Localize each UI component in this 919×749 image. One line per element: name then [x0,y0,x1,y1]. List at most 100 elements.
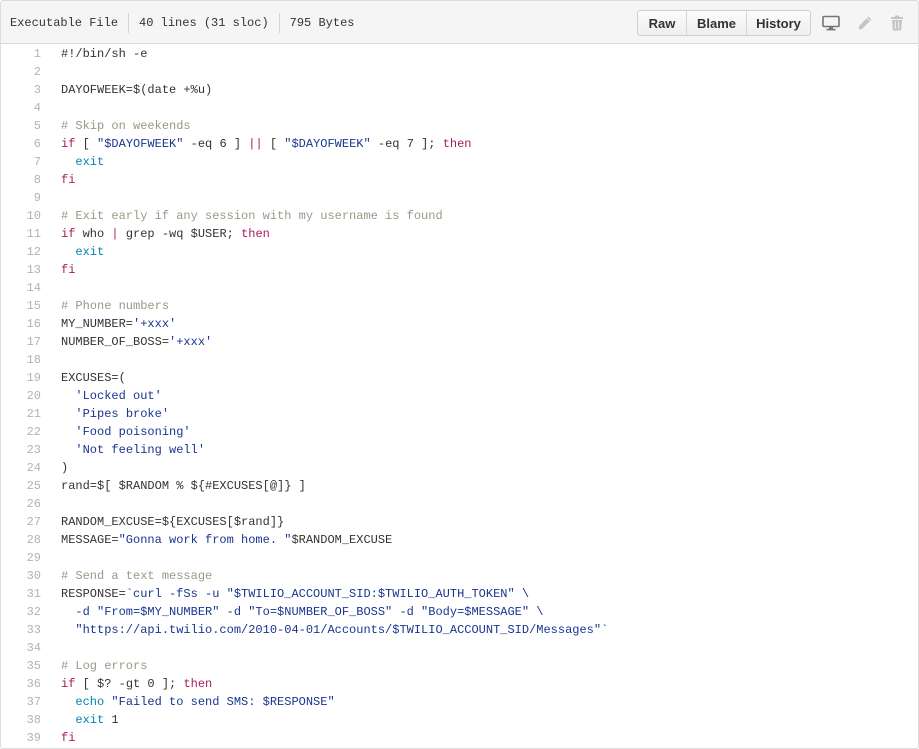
line-number[interactable]: 24 [1,459,41,477]
line-number[interactable]: 23 [1,441,41,459]
line-number[interactable]: 35 [1,657,41,675]
gutter-gap [41,639,61,657]
pencil-icon[interactable] [855,13,875,33]
file-header: Executable File 40 lines (31 sloc) 795 B… [1,1,918,44]
line-number[interactable]: 10 [1,207,41,225]
line-number[interactable]: 5 [1,117,41,135]
line-number[interactable]: 19 [1,369,41,387]
line-number[interactable]: 12 [1,243,41,261]
line-number[interactable]: 13 [1,261,41,279]
line-number[interactable]: 9 [1,189,41,207]
code-line: 23 'Not feeling well' [1,441,918,459]
code-line: 35 # Log errors [1,657,918,675]
line-number[interactable]: 38 [1,711,41,729]
line-number[interactable]: 3 [1,81,41,99]
code-line: 16 MY_NUMBER='+xxx' [1,315,918,333]
line-code: MESSAGE="Gonna work from home. "$RANDOM_… [61,531,392,549]
gutter-gap [41,711,61,729]
code-line: 38 exit 1 [1,711,918,729]
line-number[interactable]: 28 [1,531,41,549]
gutter-gap [41,243,61,261]
line-number[interactable]: 21 [1,405,41,423]
code-token: grep -wq [118,227,191,241]
code-line: 2 [1,63,918,81]
blame-button[interactable]: Blame [686,11,746,35]
line-number[interactable]: 4 [1,99,41,117]
line-code: 'Not feeling well' [61,441,205,459]
file-viewer: Executable File 40 lines (31 sloc) 795 B… [0,0,919,749]
line-number[interactable]: 16 [1,315,41,333]
line-code: MY_NUMBER='+xxx' [61,315,176,333]
code-line: 10 # Exit early if any session with my us… [1,207,918,225]
line-number[interactable]: 7 [1,153,41,171]
line-number[interactable]: 11 [1,225,41,243]
code-token: # Log errors [61,659,148,673]
line-number[interactable]: 30 [1,567,41,585]
line-number[interactable]: 34 [1,639,41,657]
code-token: 1 [104,713,119,727]
line-number[interactable]: 14 [1,279,41,297]
code-token: MY_NUMBER= [61,317,134,331]
code-line: 4 [1,99,918,117]
line-code: #!/bin/sh -e [61,45,147,63]
gutter-gap [41,369,61,387]
gutter-gap [41,189,61,207]
line-number[interactable]: 18 [1,351,41,369]
line-code: EXCUSES=( [61,369,126,387]
line-number[interactable]: 31 [1,585,41,603]
line-number[interactable]: 6 [1,135,41,153]
code-token: [ [262,137,285,151]
line-number[interactable]: 2 [1,63,41,81]
line-number[interactable]: 33 [1,621,41,639]
line-number[interactable]: 26 [1,495,41,513]
code-line: 22 'Food poisoning' [1,423,918,441]
line-number[interactable]: 15 [1,297,41,315]
code-token: $RANDOM_EXCUSE [291,533,393,547]
line-number[interactable]: 25 [1,477,41,495]
line-code: # Send a text message [61,567,212,585]
raw-button[interactable]: Raw [638,11,686,35]
code-line: 13 fi [1,261,918,279]
line-number[interactable]: 39 [1,729,41,747]
code-line: 9 [1,189,918,207]
line-number[interactable]: 27 [1,513,41,531]
line-number[interactable]: 37 [1,693,41,711]
gutter-gap [41,405,61,423]
line-number[interactable]: 22 [1,423,41,441]
gutter-gap [41,297,61,315]
line-code: # Exit early if any session with my user… [61,207,443,225]
line-code: RESPONSE=`curl -fSs -u "$TWILIO_ACCOUNT_… [61,585,529,603]
line-number[interactable]: 29 [1,549,41,567]
code-line: 7 exit [1,153,918,171]
line-code: exit [61,243,104,261]
code-token: "Failed to send SMS: $RESPONSE" [111,695,335,709]
code-token: 'Not feeling well' [75,443,206,457]
file-line-count: 40 lines (31 sloc) [139,15,269,30]
line-number[interactable]: 32 [1,603,41,621]
code-token: -d "From=$MY_NUMBER" -d "To=$NUMBER_OF_B… [61,605,544,619]
line-number[interactable]: 17 [1,333,41,351]
trash-icon[interactable] [887,13,907,33]
line-code: DAYOFWEEK=$(date +%u) [61,81,212,99]
history-button[interactable]: History [746,11,810,35]
code-token: ) [61,461,69,475]
gutter-gap [41,675,61,693]
code-token: [ [75,137,98,151]
line-number[interactable]: 8 [1,171,41,189]
code-token: if [61,227,76,241]
code-line: 25 rand=$[ $RANDOM % ${#EXCUSES[@]} ] [1,477,918,495]
line-code: "https://api.twilio.com/2010-04-01/Accou… [61,621,608,639]
line-number[interactable]: 36 [1,675,41,693]
code-token: fi [61,173,76,187]
code-listing: 1 #!/bin/sh -e 2 3 DAYOFWEEK=$(date +%u) 4 5 # … [1,45,918,747]
gutter-gap [41,729,61,747]
code-token: MESSAGE= [61,533,119,547]
code-token: ; [226,227,242,241]
code-token: # Phone numbers [61,299,170,313]
desktop-icon[interactable] [821,13,841,33]
line-number[interactable]: 1 [1,45,41,63]
line-code: # Skip on weekends [61,117,191,135]
gutter-gap [41,279,61,297]
line-number[interactable]: 20 [1,387,41,405]
